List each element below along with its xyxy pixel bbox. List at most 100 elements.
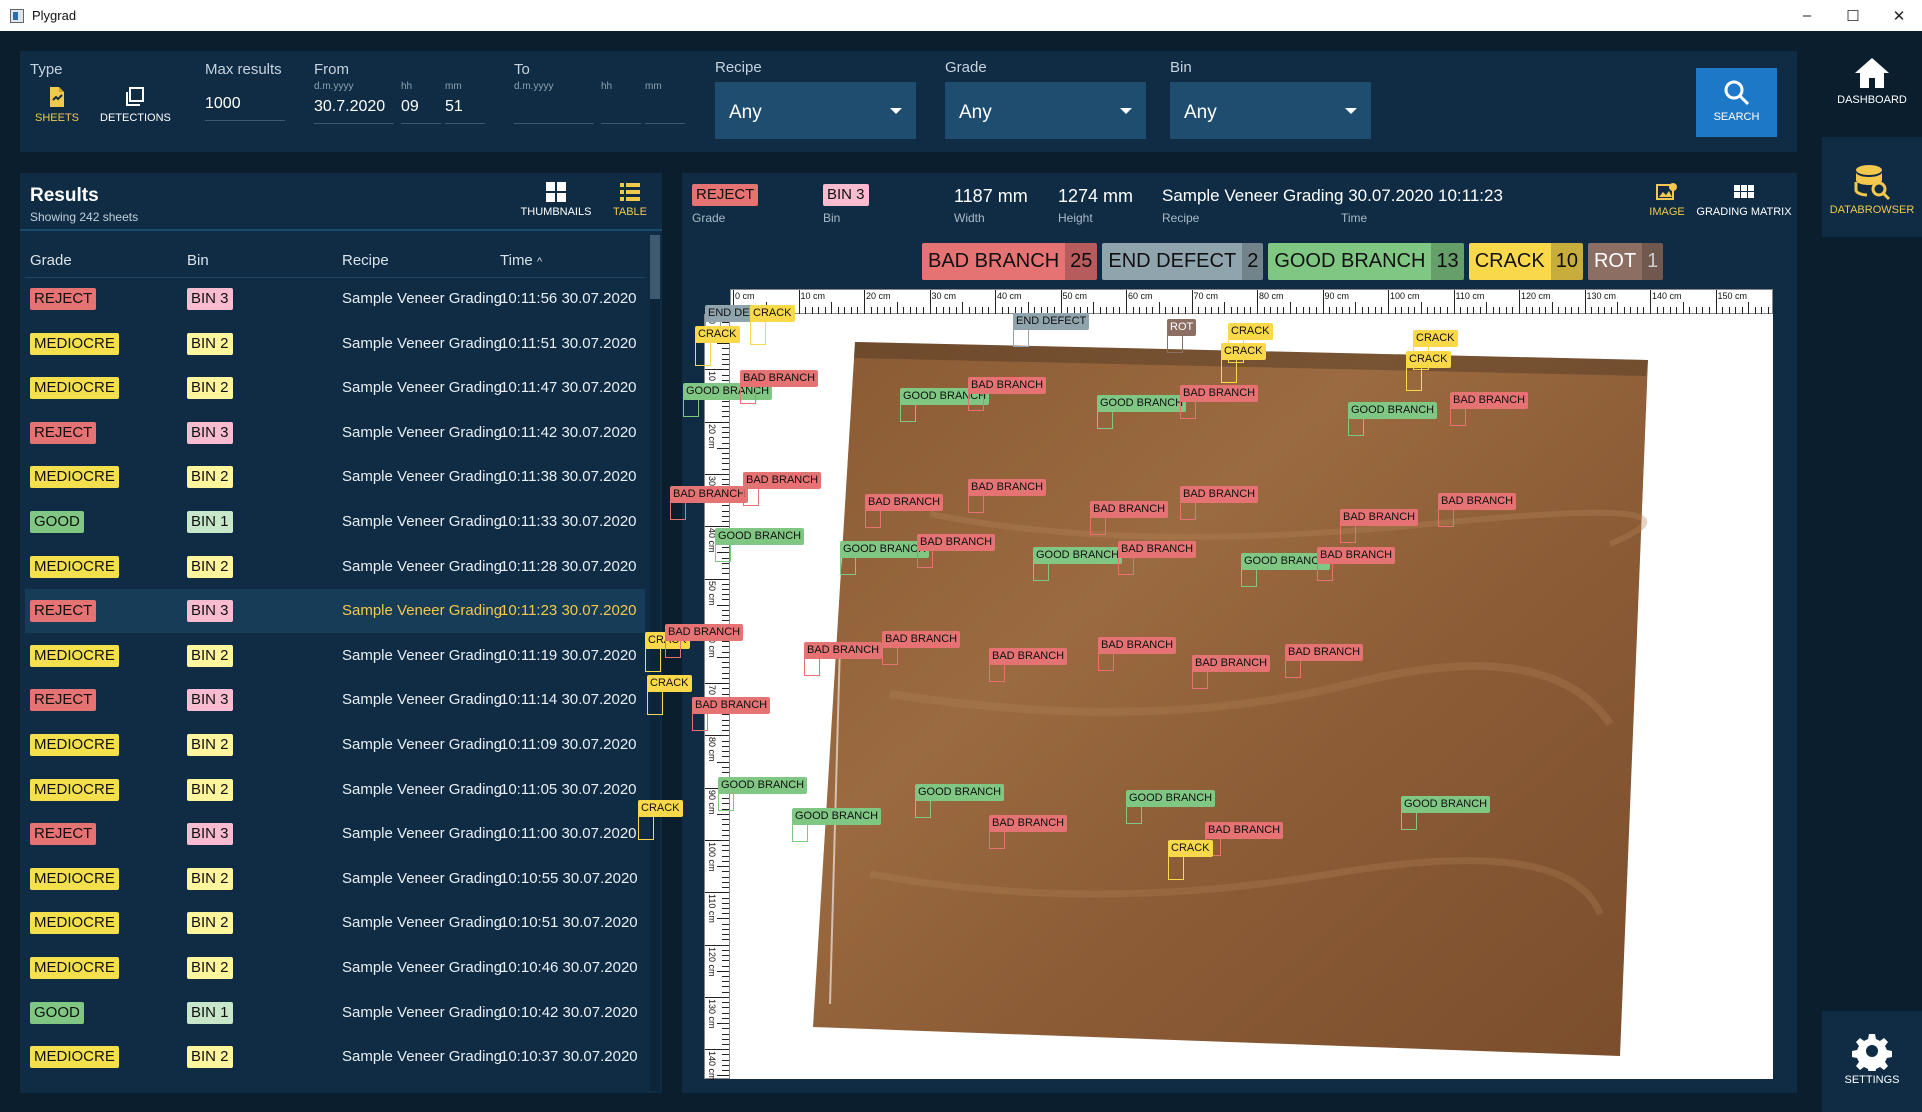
table-row[interactable]: GOOD BIN 1 Sample Veneer Grading 10:11:33 3…: [25, 500, 645, 544]
ruler-minor-tick: [722, 599, 729, 601]
ruler-minor-tick: [722, 902, 729, 904]
nav-settings[interactable]: SETTINGS: [1822, 1011, 1922, 1112]
ruler-minor-tick: [1414, 307, 1416, 314]
table-row[interactable]: MEDIOCRE BIN 2 Sample Veneer Grading 10:11:…: [25, 455, 645, 499]
ruler-minor-tick: [722, 588, 729, 590]
to-mm-input[interactable]: [645, 98, 685, 124]
maximize-button[interactable]: ☐: [1830, 0, 1876, 31]
table-row[interactable]: REJECT BIN 3 Sample Veneer Grading 10:11:14…: [25, 678, 645, 722]
ruler-minor-tick: [1086, 307, 1088, 314]
ruler-tick: [733, 290, 734, 314]
chevron-down-icon: [890, 108, 902, 114]
ruler-minor-tick: [772, 307, 774, 314]
scrollbar-thumb[interactable]: [650, 235, 660, 299]
table-row[interactable]: REJECT BIN 3 Sample Veneer Grading 10:11:42…: [25, 411, 645, 455]
minimize-button[interactable]: –: [1784, 0, 1830, 31]
table-row[interactable]: REJECT BIN 3 Sample Veneer Grading 10:11:00…: [25, 812, 645, 856]
table-row[interactable]: GOOD BIN 1 Sample Veneer Grading 10:10:42 3…: [25, 991, 645, 1035]
from-mm-input[interactable]: 51: [445, 98, 485, 124]
ruler-label: 130 cm: [1586, 291, 1617, 301]
ruler-minor-tick: [1728, 307, 1730, 314]
defect-count-tag[interactable]: CRACK 10: [1468, 243, 1583, 280]
table-row[interactable]: MEDIOCRE BIN 2 Sample Veneer Grading 10:11:…: [25, 634, 645, 678]
ruler-minor-tick: [722, 374, 729, 376]
grade-dropdown[interactable]: Any: [945, 82, 1146, 139]
table-row[interactable]: MEDIOCRE BIN 2 Sample Veneer Grading 10:11:…: [25, 545, 645, 589]
bin-badge: BIN 2: [187, 778, 233, 801]
table-row[interactable]: MEDIOCRE BIN 2 Sample Veneer Grading 10:10:…: [25, 857, 645, 901]
ruler-minor-tick: [759, 307, 761, 314]
ruler-tick: [705, 473, 729, 475]
max-results-input[interactable]: 1000: [205, 95, 285, 121]
table-row[interactable]: MEDIOCRE BIN 2 Sample Veneer Grading 10:10:…: [25, 1035, 645, 1079]
table-row[interactable]: MEDIOCRE BIN 2 Sample Veneer Grading 10:11:…: [25, 768, 645, 812]
ruler-minor-tick: [722, 1007, 729, 1009]
table-row[interactable]: REJECT BIN 3 Sample Veneer Grading 10:11:23…: [25, 589, 645, 634]
view-grading-matrix-button[interactable]: GRADING MATRIX: [1694, 181, 1794, 218]
ruler-minor-tick: [722, 808, 729, 810]
from-hh-input[interactable]: 09: [401, 98, 441, 124]
nav-dashboard[interactable]: DASHBOARD: [1822, 55, 1922, 106]
ruler-minor-tick: [722, 405, 729, 407]
ruler-minor-tick: [1440, 307, 1442, 314]
to-date-format: d.m.yyyy: [514, 81, 554, 92]
ruler-minor-tick: [1643, 307, 1645, 314]
ruler-minor-tick: [877, 307, 879, 314]
ruler-minor-tick: [746, 307, 748, 314]
close-button[interactable]: ✕: [1876, 0, 1922, 31]
defect-count-tag[interactable]: ROT 1: [1587, 243, 1664, 280]
ruler-tick: [1191, 290, 1193, 314]
ruler-minor-tick: [968, 307, 970, 314]
defect-count-tag[interactable]: BAD BRANCH 25: [922, 243, 1098, 280]
ruler-label: 90 cm: [1324, 291, 1350, 301]
bin-dropdown-value: Any: [1184, 102, 1217, 123]
to-hh-input[interactable]: [601, 98, 641, 124]
ruler-minor-tick: [1034, 307, 1036, 314]
nav-databrowser[interactable]: DATABROWSER: [1822, 137, 1922, 237]
defect-count-tag[interactable]: END DEFECT 2: [1102, 243, 1264, 280]
table-row[interactable]: MEDIOCRE BIN 2 Sample Veneer Grading 10:10:…: [25, 946, 645, 990]
ruler-label: 30 cm: [707, 475, 717, 501]
ruler-tick: [705, 840, 729, 841]
ruler-tick: [995, 290, 996, 314]
ruler-tick: [705, 683, 729, 685]
table-row[interactable]: MEDIOCRE BIN 2 Sample Veneer Grading 10:11:…: [25, 366, 645, 410]
table-row[interactable]: MEDIOCRE BIN 2 Sample Veneer Grading 10:11:…: [25, 322, 645, 366]
ruler-minor-tick: [1512, 307, 1514, 314]
ruler-minor-tick: [936, 307, 938, 314]
view-image-button[interactable]: IMAGE: [1647, 181, 1687, 218]
sheet-detail-panel: REJECT Grade BIN 3 Bin 1187 mm Width 127…: [638, 173, 1797, 1093]
table-row[interactable]: MEDIOCRE BIN 2 Sample Veneer Grading 10:11:…: [25, 723, 645, 767]
recipe-dropdown[interactable]: Any: [715, 82, 916, 139]
ruler-label: 140 cm: [707, 1051, 717, 1081]
ruler-label: 60 cm: [707, 632, 717, 658]
ruler-minor-tick: [1230, 307, 1232, 314]
ruler-minor-tick: [722, 479, 729, 481]
to-date-input[interactable]: [514, 98, 594, 124]
ruler-minor-tick: [1178, 307, 1180, 314]
detection-box: [683, 397, 699, 417]
ruler-label: 70 cm: [707, 685, 717, 710]
type-detections-button[interactable]: DETECTIONS: [100, 85, 171, 124]
defect-count-value: 10: [1550, 243, 1583, 280]
ruler-minor-tick: [1184, 307, 1186, 314]
ruler-minor-tick: [722, 934, 729, 936]
results-panel: Results Showing 242 sheets THUMBNAILS TA…: [20, 173, 662, 1093]
ruler-minor-tick: [722, 636, 729, 638]
bin-dropdown[interactable]: Any: [1170, 82, 1371, 139]
ruler-minor-tick: [722, 756, 729, 758]
sheet-image-viewer[interactable]: 0 cm 10 cm 20 cm 30 cm 40 cm 50 cm 60 cm 70 cm 8…: [704, 289, 1776, 1081]
time-cell: 10:11:14 30.07.2020: [500, 691, 637, 709]
ruler-minor-tick: [1165, 307, 1167, 314]
table-row[interactable]: MEDIOCRE BIN 2 Sample Veneer Grading 10:10:…: [25, 901, 645, 945]
ruler-minor-tick: [1276, 307, 1278, 314]
search-button[interactable]: SEARCH: [1696, 68, 1777, 137]
bin-badge: BIN 3: [187, 823, 233, 846]
table-row[interactable]: REJECT BIN 3 Sample Veneer Grading 10:11:56…: [25, 277, 645, 321]
type-sheets-button[interactable]: SHEETS: [34, 85, 80, 124]
defect-count-tag[interactable]: GOOD BRANCH 13: [1268, 243, 1464, 280]
ruler-minor-tick: [722, 337, 729, 339]
from-date-input[interactable]: 30.7.2020: [314, 98, 394, 124]
recipe-label: Recipe: [715, 59, 762, 76]
results-scrollbar[interactable]: [650, 235, 660, 1091]
